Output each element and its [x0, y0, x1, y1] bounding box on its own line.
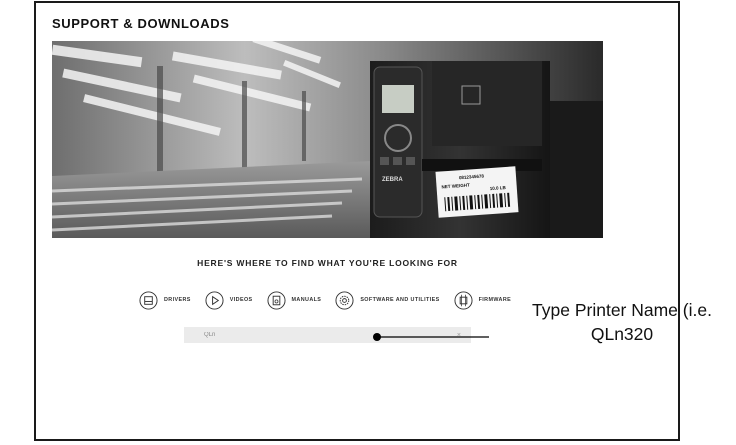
drivers-link[interactable]: DRIVERS: [139, 290, 191, 310]
videos-link[interactable]: VIDEOS: [205, 290, 253, 310]
category-links: DRIVERS VIDEOS MANUALS SOFTWARE AND UTIL…: [139, 288, 511, 312]
svg-text:ZEBRA: ZEBRA: [382, 177, 403, 183]
hero-image: ZEBRA 0812345678 NET WEIGHT 10.0 LB: [52, 41, 603, 238]
firmware-link[interactable]: FIRMWARE: [454, 290, 512, 310]
headline: HERE'S WHERE TO FIND WHAT YOU'RE LOOKING…: [197, 258, 458, 268]
software-utilities-link[interactable]: SOFTWARE AND UTILITIES: [335, 290, 440, 310]
warehouse-printer-photo: ZEBRA 0812345678 NET WEIGHT 10.0 LB: [52, 41, 603, 238]
instruction-callout: Type Printer Name (i.e. QLn320: [506, 298, 736, 346]
software-utilities-label: SOFTWARE AND UTILITIES: [360, 297, 440, 303]
gear-icon: [335, 290, 354, 310]
printer-icon: [139, 290, 158, 310]
play-icon: [205, 290, 224, 310]
manuals-label: MANUALS: [291, 297, 322, 303]
firmware-icon: [454, 290, 473, 310]
page-title: SUPPORT & DOWNLOADS: [52, 16, 230, 31]
callout-line-1: Type Printer Name (i.e.: [532, 300, 712, 320]
drivers-label: DRIVERS: [164, 297, 191, 303]
callout-pointer: [373, 333, 489, 341]
manual-icon: [267, 290, 286, 310]
videos-label: VIDEOS: [229, 297, 253, 303]
manuals-link[interactable]: MANUALS: [267, 290, 322, 310]
callout-line-2: QLn320: [590, 324, 654, 344]
